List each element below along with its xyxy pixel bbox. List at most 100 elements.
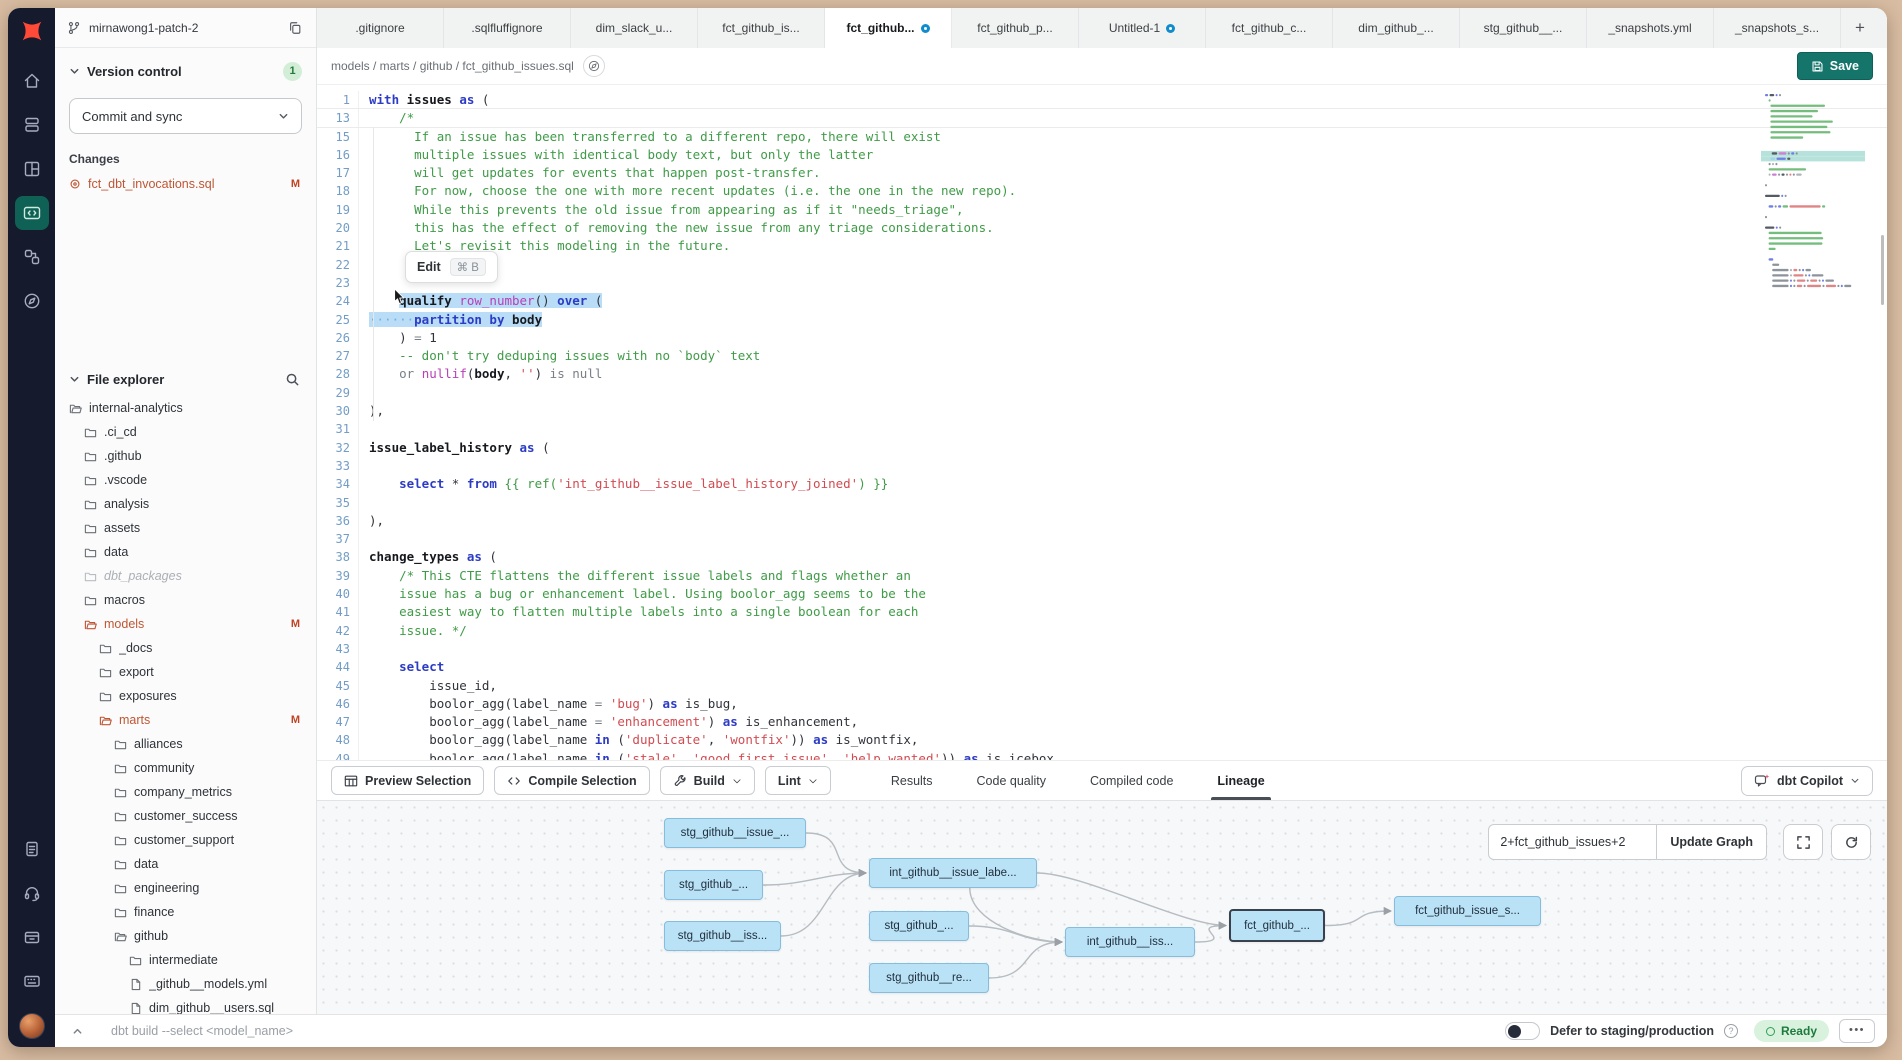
file-tree-item[interactable]: .vscode	[55, 468, 316, 492]
code-line[interactable]: 28 or nullif(body, '') is null	[317, 365, 1887, 383]
code-line[interactable]: 48 boolor_agg(label_name in ('duplicate'…	[317, 731, 1887, 749]
fullscreen-button[interactable]	[1783, 824, 1823, 860]
open-docs-button[interactable]	[583, 55, 605, 77]
code-line[interactable]: 47 boolor_agg(label_name = 'enhancement'…	[317, 713, 1887, 731]
code-line[interactable]: 18 For now, choose the one with more rec…	[317, 182, 1887, 200]
compile-selection-button[interactable]: Compile Selection	[494, 766, 649, 795]
code-line[interactable]: 43	[317, 640, 1887, 658]
code-line[interactable]: 33	[317, 457, 1887, 475]
lineage-node[interactable]: fct_github_issue_s...	[1394, 896, 1541, 926]
code-line[interactable]: 20 this has the effect of removing the n…	[317, 219, 1887, 237]
code-line[interactable]: 16 multiple issues with identical body t…	[317, 146, 1887, 164]
rail-notes-button[interactable]	[15, 832, 49, 866]
code-line[interactable]: 13 /*	[317, 109, 1887, 127]
code-line[interactable]: 27 -- don't try deduping issues with no …	[317, 347, 1887, 365]
file-tree-item[interactable]: export	[55, 660, 316, 684]
dbt-logo-icon[interactable]	[14, 13, 50, 49]
file-explorer-header[interactable]: File explorer	[55, 362, 316, 396]
panel-tab-lineage[interactable]: Lineage	[1217, 761, 1264, 800]
lint-button[interactable]: Lint	[765, 766, 831, 795]
rail-dashboard-button[interactable]	[15, 152, 49, 186]
editor-tab[interactable]: fct_github...	[825, 8, 952, 48]
editor-tab[interactable]: dim_github_...	[1333, 8, 1460, 48]
code-line[interactable]: 42 issue. */	[317, 622, 1887, 640]
code-line[interactable]: 26 ) = 1	[317, 329, 1887, 347]
editor-tab[interactable]: stg_github__...	[1460, 8, 1587, 48]
rail-home-button[interactable]	[15, 64, 49, 98]
code-line[interactable]: 44 select	[317, 658, 1887, 676]
file-tree-item[interactable]: data	[55, 540, 316, 564]
editor-tab[interactable]: _snapshots.yml	[1587, 8, 1714, 48]
editor-scrollbar[interactable]	[1881, 235, 1884, 305]
file-tree-item[interactable]: customer_success	[55, 804, 316, 828]
code-line[interactable]: 23	[317, 274, 1887, 292]
rail-projects-button[interactable]	[15, 108, 49, 142]
editor-tab[interactable]: fct_github_p...	[952, 8, 1079, 48]
help-icon[interactable]: ?	[1724, 1024, 1738, 1038]
file-tree-item[interactable]: analysis	[55, 492, 316, 516]
file-tree-item[interactable]: internal-analytics	[55, 396, 316, 420]
file-tree-item[interactable]: company_metrics	[55, 780, 316, 804]
code-line[interactable]: 21 Let's revisit this modeling in the fu…	[317, 237, 1887, 255]
code-line[interactable]: 24 qualify row_number() over (	[317, 292, 1887, 310]
preview-selection-button[interactable]: Preview Selection	[331, 766, 484, 795]
file-tree-item[interactable]: alliances	[55, 732, 316, 756]
save-button[interactable]: Save	[1797, 52, 1873, 80]
avatar[interactable]	[19, 1013, 45, 1039]
file-tree-item[interactable]: github	[55, 924, 316, 948]
editor-tab[interactable]: .gitignore	[317, 8, 444, 48]
file-tree-item[interactable]: data	[55, 852, 316, 876]
file-tree-item[interactable]: assets	[55, 516, 316, 540]
refresh-button[interactable]	[1831, 824, 1871, 860]
lineage-node[interactable]: stg_github__iss...	[664, 921, 781, 951]
file-tree-item[interactable]: dbt_packages	[55, 564, 316, 588]
code-line[interactable]: 31	[317, 420, 1887, 438]
code-line[interactable]: 25······partition by body	[317, 311, 1887, 329]
changed-file-item[interactable]: fct_dbt_invocations.sqlM	[69, 172, 302, 196]
version-control-header[interactable]: Version control 1	[69, 58, 302, 84]
editor-tab[interactable]: fct_github_c...	[1206, 8, 1333, 48]
file-tree-item[interactable]: _docs	[55, 636, 316, 660]
file-tree-item[interactable]: modelsM	[55, 612, 316, 636]
panel-tab-code-quality[interactable]: Code quality	[977, 761, 1047, 800]
file-tree-item[interactable]: community	[55, 756, 316, 780]
file-tree-item[interactable]: engineering	[55, 876, 316, 900]
code-line[interactable]: 38change_types as (	[317, 548, 1887, 566]
editor-tab[interactable]: .sqlfluffignore	[444, 8, 571, 48]
collapse-command-bar-button[interactable]	[55, 1025, 99, 1038]
file-tree-item[interactable]: .ci_cd	[55, 420, 316, 444]
editor-tab[interactable]: _snapshots_s...	[1714, 8, 1841, 48]
rail-orchestrate-button[interactable]	[15, 240, 49, 274]
lineage-node[interactable]: stg_github__issue_...	[664, 818, 806, 848]
dbt-copilot-button[interactable]: dbt Copilot	[1741, 766, 1873, 796]
code-line[interactable]: 37	[317, 530, 1887, 548]
edit-button[interactable]: Edit	[417, 260, 441, 274]
lineage-node[interactable]: int_github__issue_labe...	[869, 858, 1037, 888]
editor-minimap[interactable]	[1761, 91, 1869, 299]
file-tree-item[interactable]: intermediate	[55, 948, 316, 972]
file-tree-item[interactable]: customer_support	[55, 828, 316, 852]
code-line[interactable]: 30),	[317, 402, 1887, 420]
panel-tab-compiled-code[interactable]: Compiled code	[1090, 761, 1173, 800]
copy-branch-button[interactable]	[286, 19, 304, 37]
rail-explore-button[interactable]	[15, 284, 49, 318]
code-line[interactable]: 19 While this prevents the old issue fro…	[317, 201, 1887, 219]
code-line[interactable]: 15 If an issue has been transferred to a…	[317, 128, 1887, 146]
file-tree-item[interactable]: martsM	[55, 708, 316, 732]
editor-tab[interactable]: fct_github_is...	[698, 8, 825, 48]
file-tree-item[interactable]: finance	[55, 900, 316, 924]
rail-archive-button[interactable]	[15, 920, 49, 954]
dbt-command-input[interactable]	[109, 1023, 1495, 1039]
file-search-button[interactable]	[283, 370, 302, 389]
lineage-node[interactable]: stg_github_...	[869, 911, 969, 941]
code-line[interactable]: 39 /* This CTE flattens the different is…	[317, 567, 1887, 585]
code-line[interactable]: 34 select * from {{ ref('int_github__iss…	[317, 475, 1887, 493]
code-editor[interactable]: 1with issues as (13 /*15 If an issue has…	[317, 85, 1887, 760]
code-line[interactable]: 49 boolor_agg(label_name in ('stale', 'g…	[317, 750, 1887, 760]
lineage-node[interactable]: stg_github_...	[664, 870, 763, 900]
lineage-filter-input[interactable]	[1488, 824, 1656, 860]
lineage-node[interactable]: int_github__iss...	[1065, 927, 1195, 957]
new-tab-button[interactable]: +	[1841, 8, 1879, 48]
code-line[interactable]: 41 easiest way to flatten multiple label…	[317, 603, 1887, 621]
code-line[interactable]: 35	[317, 494, 1887, 512]
